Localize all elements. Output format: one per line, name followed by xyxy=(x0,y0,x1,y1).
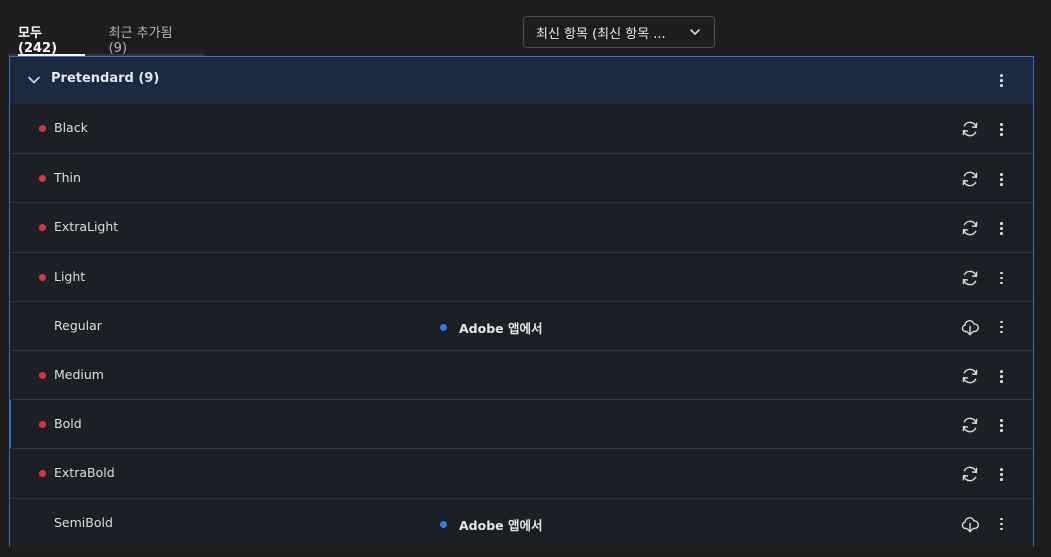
active-status-dot xyxy=(39,125,46,132)
font-source: Adobe 앱에서 xyxy=(440,515,543,534)
font-style-row[interactable]: ExtraBold xyxy=(10,448,1033,498)
more-options-icon[interactable] xyxy=(993,466,1009,482)
font-style-row[interactable]: Thin xyxy=(10,153,1033,203)
sync-icon[interactable] xyxy=(960,218,980,238)
font-style-name: Thin xyxy=(54,170,81,186)
font-style-row[interactable]: ExtraLight xyxy=(10,202,1033,252)
font-style-name: Regular xyxy=(54,317,102,333)
active-status-dot xyxy=(39,371,46,379)
font-style-row[interactable]: Light xyxy=(10,251,1033,301)
cloud-download-icon[interactable] xyxy=(960,317,980,337)
font-source: Adobe 앱에서 xyxy=(440,318,543,337)
font-style-name: Medium xyxy=(54,366,104,382)
more-options-icon[interactable] xyxy=(993,368,1009,384)
chevron-down-icon[interactable] xyxy=(27,73,41,87)
font-family-header[interactable]: Pretendard (9) xyxy=(10,57,1033,104)
more-options-icon[interactable] xyxy=(993,121,1009,137)
font-style-name: ExtraBold xyxy=(54,465,115,481)
chevron-down-icon xyxy=(690,29,700,35)
tab-recently-added[interactable]: 최근 추가됨 (9) xyxy=(95,12,204,56)
more-options-icon[interactable] xyxy=(993,220,1009,236)
active-status-dot xyxy=(39,224,46,232)
tab-all[interactable]: 모두 (242) xyxy=(8,12,95,56)
sync-icon[interactable] xyxy=(960,268,980,288)
sync-icon[interactable] xyxy=(960,366,980,386)
more-options-icon[interactable] xyxy=(993,171,1009,187)
top-bar: 모두 (242) 최근 추가됨 (9) 최신 항목 (최신 항목 ... xyxy=(0,0,1051,56)
source-status-dot xyxy=(440,520,447,528)
font-style-list: Black Thin ExtraLight Light Regular Adobe 앱에서… xyxy=(9,104,1033,547)
font-source-label: Adobe 앱에서 xyxy=(459,320,543,336)
font-style-name: Black xyxy=(54,120,88,135)
more-options-icon[interactable] xyxy=(993,417,1009,433)
more-options-icon[interactable] xyxy=(993,72,1009,88)
more-options-icon[interactable] xyxy=(993,516,1009,532)
active-status-dot xyxy=(39,470,46,478)
sort-dropdown[interactable]: 최신 항목 (최신 항목 ... xyxy=(523,16,715,48)
font-style-row[interactable]: Medium xyxy=(10,349,1033,400)
font-style-name: Light xyxy=(54,268,86,284)
more-options-icon[interactable] xyxy=(993,270,1009,286)
font-style-row[interactable]: Black xyxy=(10,104,1033,154)
active-status-dot xyxy=(39,421,46,429)
font-style-row[interactable]: Regular Adobe 앱에서 xyxy=(10,300,1033,350)
active-status-dot xyxy=(39,273,46,281)
sync-icon[interactable] xyxy=(960,119,980,139)
cloud-download-icon[interactable] xyxy=(960,514,980,534)
font-style-row[interactable]: Bold xyxy=(9,399,1033,449)
sync-icon[interactable] xyxy=(960,415,980,435)
sync-icon[interactable] xyxy=(960,169,980,189)
active-status-dot xyxy=(39,175,46,183)
font-source-label: Adobe 앱에서 xyxy=(459,517,543,533)
font-family-panel: Pretendard (9) Black Thin ExtraLight Light R… xyxy=(9,56,1034,547)
source-status-dot xyxy=(440,323,447,331)
sync-icon[interactable] xyxy=(960,464,980,484)
font-style-name: ExtraLight xyxy=(54,219,119,235)
sort-dropdown-label: 최신 항목 (최신 항목 ... xyxy=(536,26,666,42)
font-style-name: Bold xyxy=(54,416,82,432)
font-style-name: SemiBold xyxy=(54,514,113,530)
tab-bar: 모두 (242) 최근 추가됨 (9) xyxy=(8,12,204,56)
more-options-icon[interactable] xyxy=(993,319,1009,335)
font-family-title: Pretendard (9) xyxy=(51,71,160,86)
font-style-row[interactable]: SemiBold Adobe 앱에서 xyxy=(10,497,1033,547)
